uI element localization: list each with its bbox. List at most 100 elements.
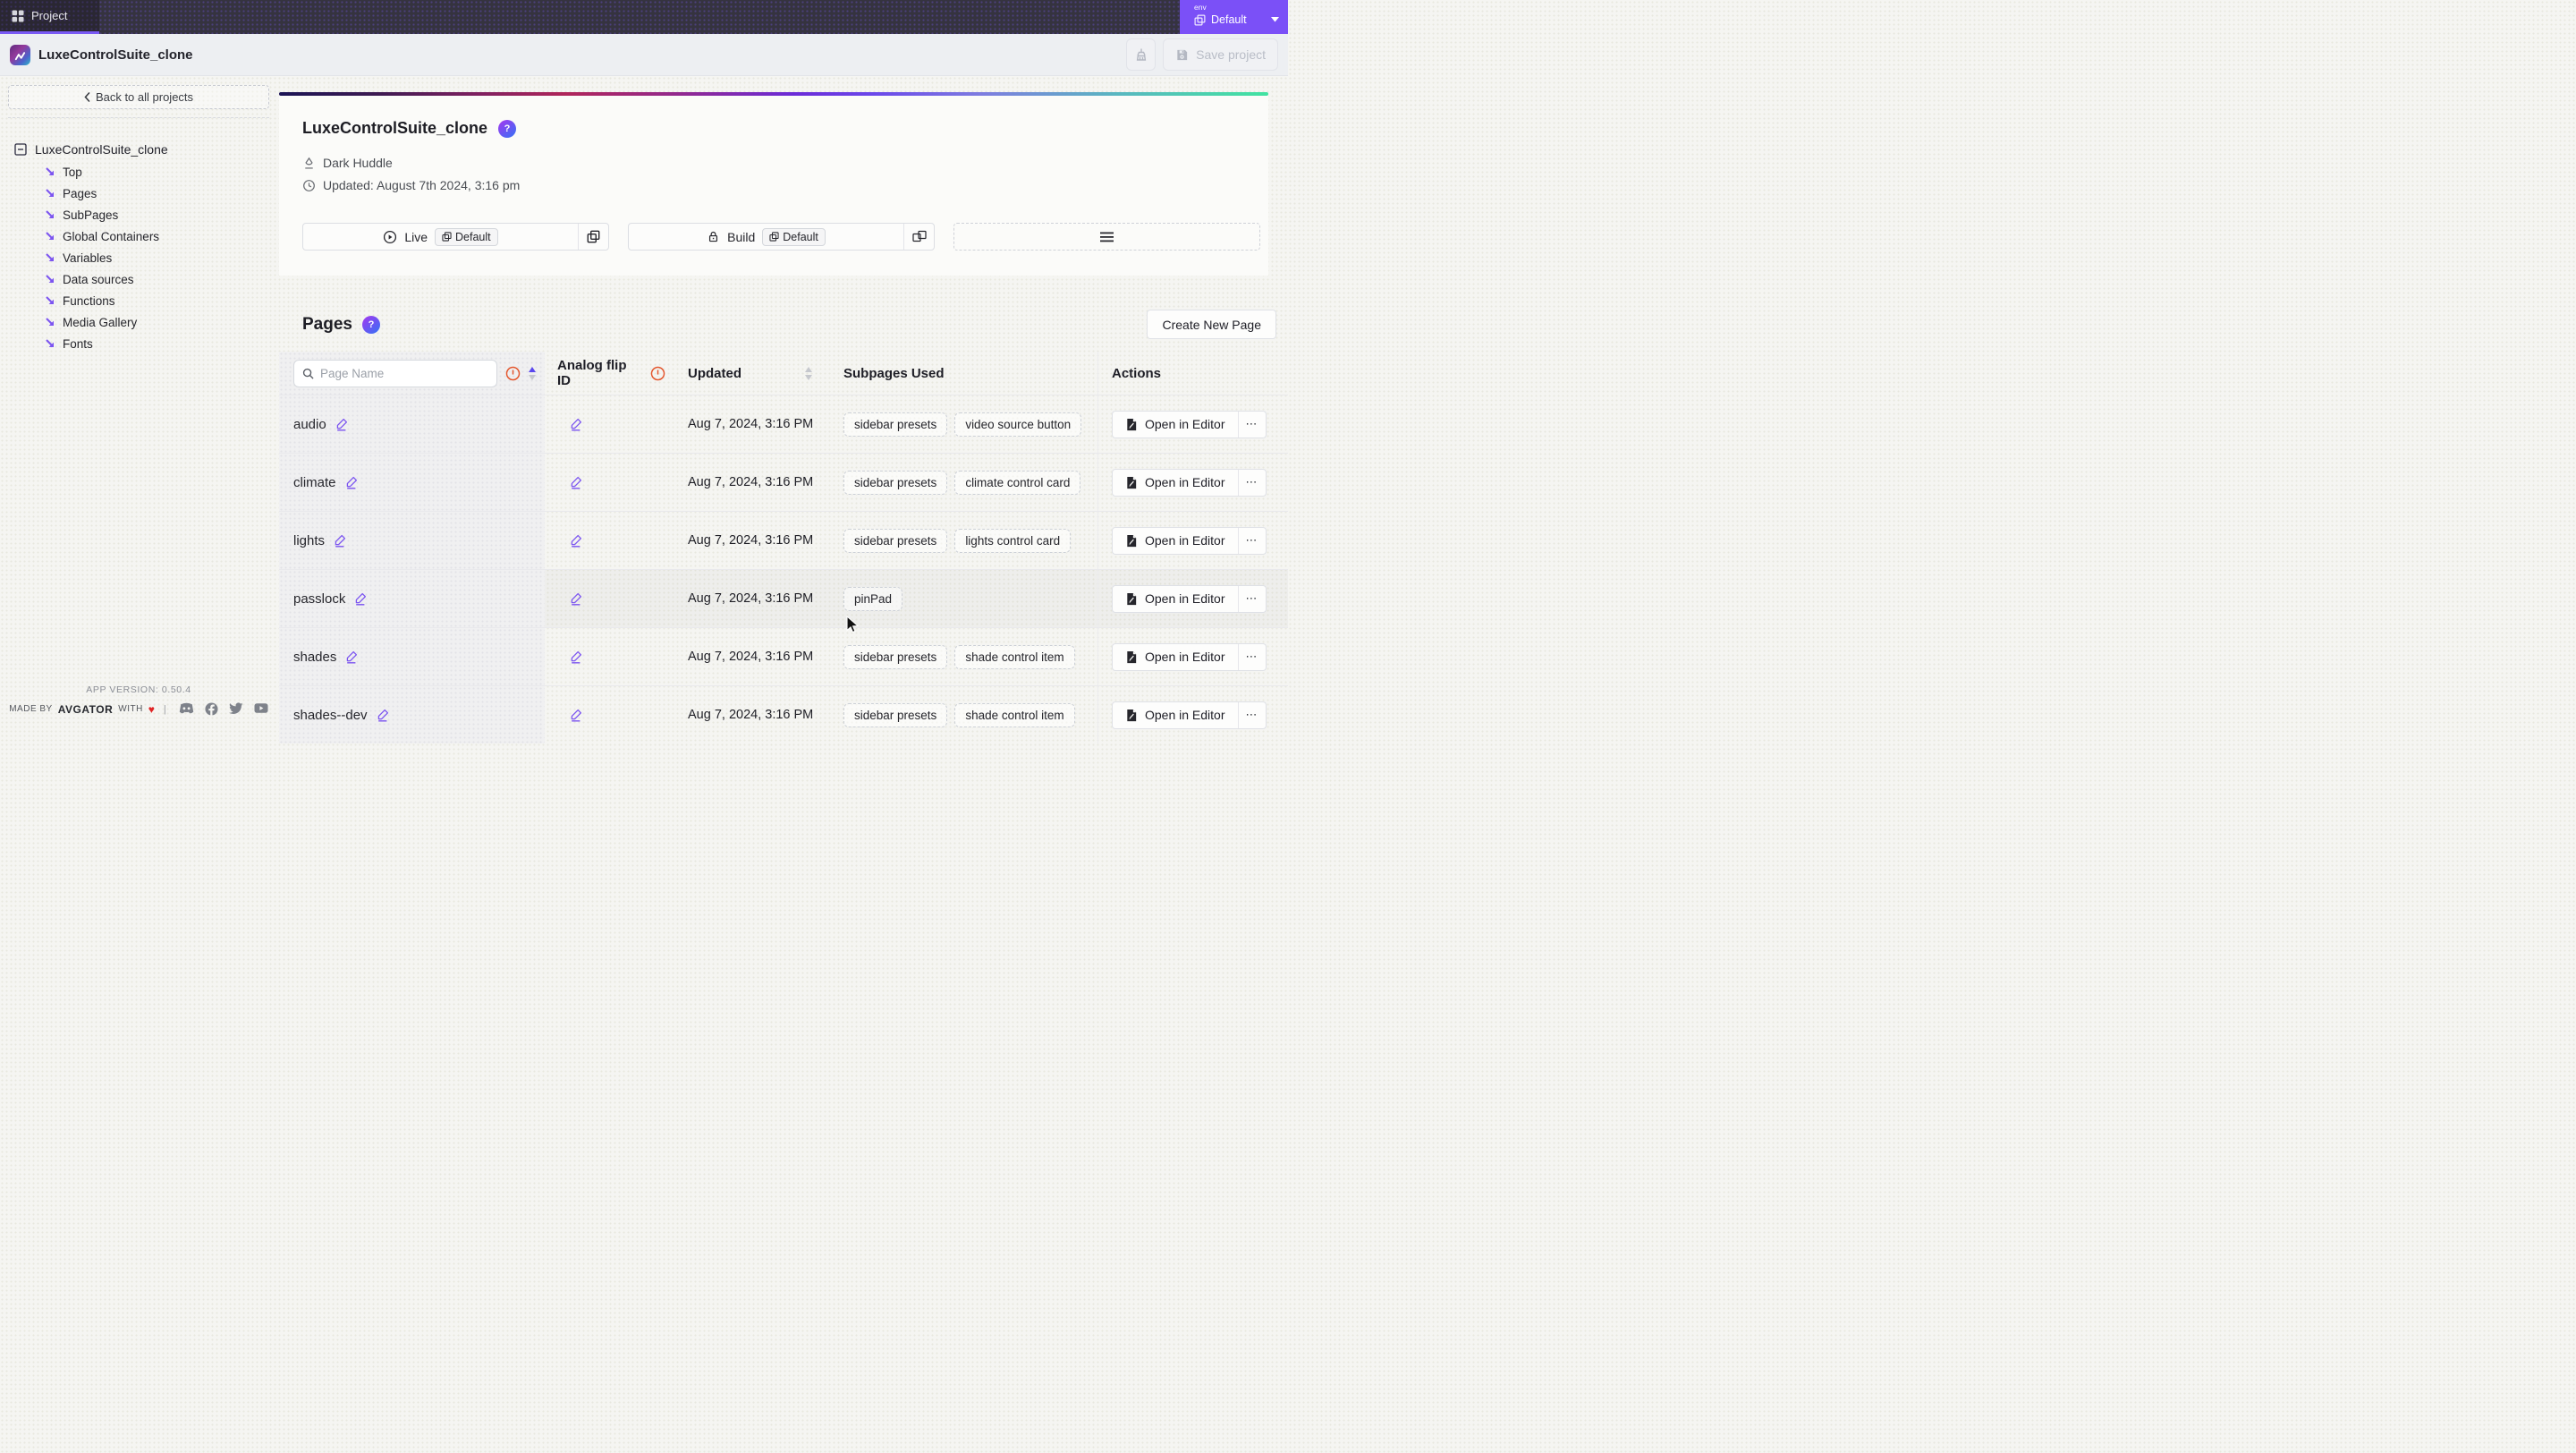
- open-in-editor-button[interactable]: Open in Editor: [1113, 586, 1238, 612]
- more-environments-button[interactable]: [953, 223, 1260, 251]
- open-in-editor-label: Open in Editor: [1145, 417, 1225, 431]
- edit-analog-flip-id-icon[interactable]: [569, 533, 583, 548]
- tree-item-label: Functions: [63, 294, 115, 308]
- subpage-chip[interactable]: video source button: [954, 412, 1081, 437]
- edit-analog-flip-id-icon[interactable]: [569, 591, 583, 606]
- tree-arrow-icon: [45, 295, 55, 306]
- env-dropdown[interactable]: env Default: [1180, 0, 1288, 34]
- sidebar-item-functions[interactable]: Functions: [0, 290, 277, 311]
- edit-analog-flip-id-icon[interactable]: [569, 475, 583, 489]
- live-copy-button[interactable]: [578, 224, 608, 250]
- subpage-chip[interactable]: sidebar presets: [843, 703, 947, 727]
- updated-timestamp: Updated: August 7th 2024, 3:16 pm: [323, 178, 520, 192]
- sidebar-item-fonts[interactable]: Fonts: [0, 333, 277, 354]
- avgator-wordmark[interactable]: AVGATOR: [58, 703, 114, 716]
- tree-arrow-icon: [45, 188, 55, 199]
- edit-analog-flip-id-icon[interactable]: [569, 650, 583, 664]
- sidebar-divider: [8, 117, 269, 118]
- updated-value: Aug 7, 2024, 3:16 PM: [688, 650, 813, 664]
- pages-table: Analog flip ID Updated Subpages Used Act…: [279, 352, 1288, 743]
- app-header: LuxeControlSuite_clone Save project: [0, 34, 1288, 76]
- subpage-chip[interactable]: shade control item: [954, 645, 1074, 669]
- top-bar: Project env Default: [0, 0, 1288, 34]
- twitter-icon[interactable]: [229, 702, 243, 716]
- edit-page-name-icon[interactable]: [335, 417, 349, 431]
- updated-value: Aug 7, 2024, 3:16 PM: [688, 708, 813, 722]
- edit-page-name-icon[interactable]: [333, 533, 347, 548]
- tree-arrow-icon: [45, 338, 55, 349]
- subpage-chip[interactable]: sidebar presets: [843, 529, 947, 553]
- heart-icon: ♥: [148, 703, 155, 716]
- row-more-button[interactable]: ⋯: [1238, 586, 1266, 612]
- sidebar-item-top[interactable]: Top: [0, 161, 277, 183]
- caret-down-icon: [1271, 17, 1279, 22]
- subpage-chip[interactable]: climate control card: [954, 471, 1080, 495]
- tree-arrow-icon: [45, 231, 55, 242]
- edit-analog-flip-id-icon[interactable]: [569, 417, 583, 431]
- file-edit-icon: [1125, 592, 1138, 606]
- table-row: shades Aug 7, 2024, 3:16 PM sidebar pres…: [279, 627, 1288, 685]
- sidebar-footer: APP VERSION: 0.50.4 MADE BY AVGATOR WITH…: [0, 684, 277, 726]
- open-in-editor-button[interactable]: Open in Editor: [1113, 644, 1238, 670]
- sidebar-item-pages[interactable]: Pages: [0, 183, 277, 204]
- edit-analog-flip-id-icon[interactable]: [569, 708, 583, 722]
- sort-updated[interactable]: [805, 367, 812, 380]
- back-to-projects-button[interactable]: Back to all projects: [8, 85, 269, 109]
- sidebar-item-media-gallery[interactable]: Media Gallery: [0, 311, 277, 333]
- sidebar-item-variables[interactable]: Variables: [0, 247, 277, 268]
- apps-grid-icon: [12, 10, 24, 22]
- help-badge[interactable]: ?: [498, 120, 516, 138]
- subpage-chip[interactable]: lights control card: [954, 529, 1071, 553]
- open-in-editor-button[interactable]: Open in Editor: [1113, 528, 1238, 554]
- row-more-button[interactable]: ⋯: [1238, 412, 1266, 438]
- search-input[interactable]: [320, 367, 488, 380]
- search-icon: [302, 368, 314, 379]
- save-project-button[interactable]: Save project: [1163, 38, 1278, 71]
- facebook-icon[interactable]: [205, 702, 218, 716]
- tree-root-node[interactable]: LuxeControlSuite_clone: [0, 138, 277, 161]
- open-in-editor-button[interactable]: Open in Editor: [1113, 412, 1238, 438]
- build-env-button[interactable]: Build Default: [628, 223, 935, 251]
- edit-page-name-icon[interactable]: [376, 708, 390, 722]
- tab-project[interactable]: Project: [0, 0, 99, 34]
- build-layout-button[interactable]: [903, 224, 934, 250]
- discord-icon[interactable]: [179, 702, 194, 716]
- file-edit-icon: [1125, 476, 1138, 489]
- edit-page-name-icon[interactable]: [353, 591, 368, 606]
- cleanup-button[interactable]: [1126, 38, 1156, 71]
- subpage-chip[interactable]: sidebar presets: [843, 412, 947, 437]
- row-more-button[interactable]: ⋯: [1238, 644, 1266, 670]
- edit-page-name-icon[interactable]: [344, 650, 359, 664]
- theme-name: Dark Huddle: [323, 156, 393, 170]
- subpage-chip[interactable]: pinPad: [843, 587, 902, 611]
- subpage-chip[interactable]: shade control item: [954, 703, 1074, 727]
- live-env-button[interactable]: Live Default: [302, 223, 609, 251]
- page-name-search[interactable]: [293, 360, 497, 387]
- build-env-chip[interactable]: Default: [762, 228, 826, 246]
- sidebar-item-data-sources[interactable]: Data sources: [0, 268, 277, 290]
- subpage-chip[interactable]: sidebar presets: [843, 471, 947, 495]
- edit-page-name-icon[interactable]: [344, 475, 359, 489]
- sidebar-item-global-containers[interactable]: Global Containers: [0, 225, 277, 247]
- youtube-icon[interactable]: [254, 702, 268, 716]
- sort-page-name[interactable]: [529, 367, 536, 380]
- sidebar-item-subpages[interactable]: SubPages: [0, 204, 277, 225]
- create-new-page-button[interactable]: Create New Page: [1147, 310, 1276, 339]
- env-dropdown-value: Default: [1211, 13, 1266, 26]
- row-more-button[interactable]: ⋯: [1238, 528, 1266, 554]
- project-header-card: LuxeControlSuite_clone ? Dark Huddle Upd…: [279, 92, 1268, 276]
- row-more-button[interactable]: ⋯: [1238, 702, 1266, 728]
- pages-help-badge[interactable]: ?: [362, 316, 380, 334]
- live-env-chip[interactable]: Default: [435, 228, 498, 246]
- tree-arrow-icon: [45, 166, 55, 177]
- tree-item-label: Data sources: [63, 273, 134, 286]
- lock-icon: [707, 230, 720, 243]
- collapse-icon[interactable]: [14, 143, 27, 156]
- clock-icon: [302, 179, 316, 192]
- back-to-projects-label: Back to all projects: [96, 90, 193, 104]
- row-more-button[interactable]: ⋯: [1238, 470, 1266, 496]
- floppy-save-icon: [1175, 48, 1189, 62]
- open-in-editor-button[interactable]: Open in Editor: [1113, 470, 1238, 496]
- open-in-editor-button[interactable]: Open in Editor: [1113, 702, 1238, 728]
- subpage-chip[interactable]: sidebar presets: [843, 645, 947, 669]
